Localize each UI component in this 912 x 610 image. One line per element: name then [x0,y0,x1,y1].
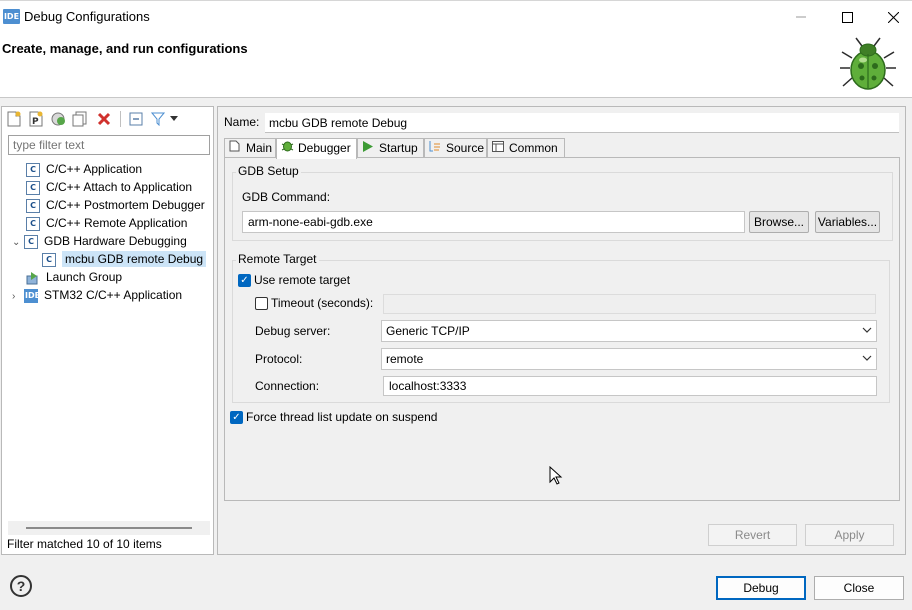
launch-group-icon [26,271,40,285]
chevron-down-icon [862,352,872,366]
duplicate-icon[interactable] [70,109,90,129]
connection-field[interactable] [383,376,877,396]
banner-title: Create, manage, and run configurations [2,41,248,56]
play-icon [362,140,376,158]
delete-icon[interactable] [94,109,114,129]
collapse-all-icon[interactable] [126,109,146,129]
export-icon[interactable] [48,109,68,129]
c-config-icon: C [26,180,40,195]
window-title: Debug Configurations [24,9,150,24]
gdb-command-field[interactable] [242,211,745,233]
c-config-icon: C [24,234,38,249]
tree-item-cpp-postmortem[interactable]: C C/C++ Postmortem Debugger [12,196,206,214]
name-label: Name: [224,115,260,129]
close-button[interactable]: Close [814,576,904,600]
variables-button[interactable]: Variables... [815,211,880,233]
maximize-button[interactable] [824,1,870,33]
configuration-tree: C C/C++ Application C C/C++ Attach to Appl… [12,160,207,304]
tree-item-cpp-application[interactable]: C C/C++ Application [12,160,206,178]
name-field[interactable] [265,113,899,133]
source-icon [429,140,443,158]
app-icon: IDE [3,9,20,24]
c-config-icon: C [26,216,40,231]
ide-icon: IDE [24,288,40,303]
use-remote-target-label: Use remote target [254,273,351,287]
gdb-command-label: GDB Command: [242,190,331,204]
maximize-icon [841,11,853,23]
c-config-icon: C [42,252,56,267]
tab-source[interactable]: Source [424,138,487,158]
debugger-tab-content: GDB Setup GDB Command: Browse... Variabl… [224,157,900,501]
tree-item-stm32-application[interactable]: › IDE STM32 C/C++ Application [12,286,206,304]
remote-target-label: Remote Target [236,252,319,266]
bug-icon [840,37,896,90]
timeout-checkbox[interactable] [255,297,268,310]
tree-item-cpp-remote[interactable]: C C/C++ Remote Application [12,214,206,232]
chevron-down-icon[interactable]: ⌄ [12,234,24,252]
tab-debugger[interactable]: Debugger [276,138,357,159]
new-prototype-icon[interactable]: P [26,109,46,129]
apply-button[interactable]: Apply [805,524,894,546]
chevron-right-icon[interactable]: › [12,288,24,306]
configuration-editor-panel: Name: Main Debugger Startup Source Com [217,106,906,555]
tab-common[interactable]: Common [487,138,565,158]
tree-item-cpp-attach[interactable]: C C/C++ Attach to Application [12,178,206,196]
protocol-select[interactable]: remote [381,348,877,370]
bug-icon [281,139,295,158]
tree-item-launch-group[interactable]: Launch Group [12,268,206,286]
minimize-button[interactable] [778,1,824,33]
protocol-label: Protocol: [255,352,303,366]
gdb-setup-label: GDB Setup [236,164,301,178]
common-icon [492,140,506,158]
timeout-field[interactable] [383,294,876,314]
svg-text:P: P [32,117,39,127]
minimize-icon [796,16,806,18]
header-banner: Create, manage, and run configurations [0,32,912,98]
revert-button[interactable]: Revert [708,524,797,546]
horizontal-scrollbar[interactable] [8,521,210,535]
title-bar: IDE Debug Configurations [0,0,912,32]
filter-input[interactable] [8,135,210,155]
use-remote-target-checkbox[interactable]: ✓ [238,274,251,287]
debug-server-label: Debug server: [255,324,331,338]
tree-item-gdb-hardware-debugging[interactable]: ⌄ C GDB Hardware Debugging [12,232,206,250]
timeout-label: Timeout (seconds): [271,296,374,310]
filter-icon[interactable] [148,109,168,129]
new-config-icon[interactable] [4,109,24,129]
connection-label: Connection: [255,379,320,393]
scrollbar-thumb[interactable] [26,527,192,529]
close-window-button[interactable] [870,1,912,33]
chevron-down-icon [862,324,872,338]
tree-item-mcbu-gdb-remote-debug[interactable]: Cmcbu GDB remote Debug [12,250,207,268]
force-thread-update-label: Force thread list update on suspend [246,410,438,424]
tab-main[interactable]: Main [224,138,276,158]
toolbar-separator [120,111,121,127]
view-menu-icon[interactable] [168,109,180,129]
debug-button[interactable]: Debug [716,576,806,600]
close-icon [887,11,899,23]
browse-button[interactable]: Browse... [749,211,809,233]
force-thread-update-checkbox[interactable]: ✓ [230,411,243,424]
c-config-icon: C [26,162,40,177]
filter-status: Filter matched 10 of 10 items [7,537,162,551]
tab-startup[interactable]: Startup [357,138,424,158]
configuration-tree-panel: P CC/C++ Application CC/C++ Attach to Ap… [1,106,214,555]
help-icon[interactable]: ? [10,575,32,597]
mouse-cursor-icon [549,466,563,485]
debug-server-select[interactable]: Generic TCP/IP [381,320,877,342]
main-tab-icon [229,140,243,158]
c-config-icon: C [26,198,40,213]
